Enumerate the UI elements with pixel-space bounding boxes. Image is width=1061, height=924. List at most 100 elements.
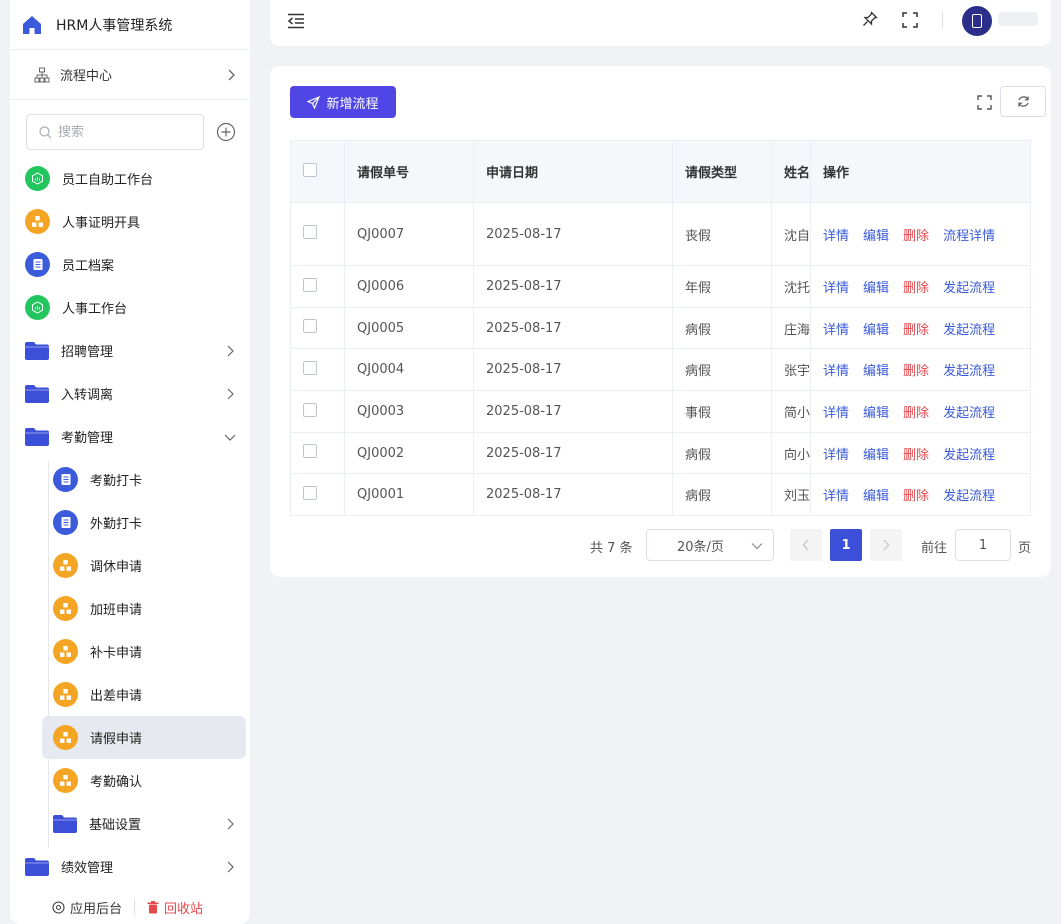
delete-link[interactable]: 删除 <box>903 406 929 421</box>
header-divider <box>942 12 943 28</box>
sidebar-item-self-service[interactable]: 员工自助工作台 <box>10 157 250 200</box>
home-icon <box>23 15 41 34</box>
sidebar-item-recruitment[interactable]: 招聘管理 <box>10 329 250 372</box>
blocks-icon <box>53 725 78 750</box>
detail-link[interactable]: 详情 <box>823 323 849 338</box>
sidebar-item-label: 出差申请 <box>90 689 143 704</box>
sidebar-item-hr-certificate[interactable]: 人事证明开具 <box>10 200 250 243</box>
sidebar-item-label: 外勤打卡 <box>90 517 143 532</box>
delete-link[interactable]: 删除 <box>903 323 929 338</box>
brand[interactable]: HRM人事管理系统 <box>10 0 250 50</box>
goto-label: 前往 <box>921 541 948 556</box>
table-fullscreen-icon[interactable] <box>977 95 992 110</box>
table-row: QJ0002 2025-08-17 病假 向小 详情 编辑 删除 发起流程 <box>290 432 1032 474</box>
flow-link[interactable]: 发起流程 <box>943 489 995 504</box>
detail-link[interactable]: 详情 <box>823 448 849 463</box>
next-page-button[interactable] <box>870 529 902 561</box>
flow-link[interactable]: 流程详情 <box>943 229 995 244</box>
delete-link[interactable]: 删除 <box>903 281 929 296</box>
sidebar-item-attendance[interactable]: 考勤管理 <box>10 415 250 458</box>
pagination: 共 7 条 20条/页 1 前往 页 <box>270 529 1051 561</box>
flow-link[interactable]: 发起流程 <box>943 406 995 421</box>
sidebar-item-performance[interactable]: 绩效管理 <box>10 845 250 888</box>
chevron-right-icon <box>227 388 234 399</box>
blocks-icon <box>53 553 78 578</box>
main-card: 新增流程 请假单号 申请日期 请假类型 姓名 操作 QJ0007 2025-08… <box>270 66 1051 577</box>
sidebar-item-missed-punch[interactable]: 补卡申请 <box>10 630 250 673</box>
detail-link[interactable]: 详情 <box>823 489 849 504</box>
flow-link[interactable]: 发起流程 <box>943 281 995 296</box>
edit-link[interactable]: 编辑 <box>863 489 889 504</box>
edit-link[interactable]: 编辑 <box>863 323 889 338</box>
refresh-button[interactable] <box>1000 86 1046 117</box>
sidebar-item-comp-leave[interactable]: 调休申请 <box>10 544 250 587</box>
refresh-icon <box>1017 96 1029 107</box>
search-input[interactable] <box>58 124 188 140</box>
row-checkbox[interactable] <box>303 277 317 292</box>
edit-link[interactable]: 编辑 <box>863 281 889 296</box>
employee-name: 沈自 <box>770 202 812 266</box>
delete-link[interactable]: 删除 <box>903 364 929 379</box>
collapse-menu-icon[interactable] <box>287 13 305 29</box>
row-checkbox[interactable] <box>303 402 317 417</box>
employee-name: 简小 <box>770 390 812 433</box>
sidebar-item-attendance-confirm[interactable]: 考勤确认 <box>10 759 250 802</box>
delete-link[interactable]: 删除 <box>903 229 929 244</box>
fullscreen-icon[interactable] <box>902 12 918 28</box>
flow-link[interactable]: 发起流程 <box>943 448 995 463</box>
delete-link[interactable]: 删除 <box>903 489 929 504</box>
edit-link[interactable]: 编辑 <box>863 364 889 379</box>
detail-link[interactable]: 详情 <box>823 281 849 296</box>
column-header: 操作 <box>810 140 1032 203</box>
add-circle-icon[interactable] <box>216 122 236 142</box>
row-checkbox[interactable] <box>303 319 317 333</box>
sidebar-item-label: 加班申请 <box>90 603 143 618</box>
flow-center-link[interactable]: 流程中心 <box>10 50 250 100</box>
page-number-current[interactable]: 1 <box>830 529 862 561</box>
sidebar-item-basic-settings[interactable]: 基础设置 <box>10 802 250 845</box>
page-size-value: 20条/页 <box>677 539 724 555</box>
row-checkbox[interactable] <box>303 225 317 239</box>
new-flow-button[interactable]: 新增流程 <box>290 86 396 118</box>
sidebar-item-label: 入转调离 <box>61 388 114 403</box>
sidebar-item-transfers[interactable]: 入转调离 <box>10 372 250 415</box>
row-checkbox[interactable] <box>303 444 317 458</box>
flow-link[interactable]: 发起流程 <box>943 364 995 379</box>
select-all-checkbox[interactable] <box>303 162 317 177</box>
pin-icon[interactable] <box>862 11 878 27</box>
goto-page-input[interactable] <box>955 529 1011 561</box>
edit-link[interactable]: 编辑 <box>863 406 889 421</box>
table-row: QJ0007 2025-08-17 丧假 沈自 详情 编辑 删除 流程详情 <box>290 202 1032 266</box>
sidebar-item-business-trip[interactable]: 出差申请 <box>10 673 250 716</box>
row-checkbox[interactable] <box>303 360 317 375</box>
detail-link[interactable]: 详情 <box>823 364 849 379</box>
row-actions: 详情 编辑 删除 发起流程 <box>810 432 1032 474</box>
app-backend-link[interactable]: 应用后台 <box>52 898 122 917</box>
detail-link[interactable]: 详情 <box>823 406 849 421</box>
folder-icon <box>53 814 77 833</box>
user-name-placeholder[interactable] <box>998 12 1038 26</box>
sidebar-item-label: 考勤确认 <box>90 775 143 790</box>
sidebar-item-field-clock-in[interactable]: 外勤打卡 <box>10 501 250 544</box>
sidebar-item-employee-files[interactable]: 员工档案 <box>10 243 250 286</box>
recycle-bin-link[interactable]: 回收站 <box>147 898 203 917</box>
avatar[interactable] <box>962 6 992 36</box>
delete-link[interactable]: 删除 <box>903 448 929 463</box>
sidebar-item-hr-workbench[interactable]: 人事工作台 <box>10 286 250 329</box>
sidebar-footer: 应用后台 回收站 <box>10 890 250 924</box>
edit-link[interactable]: 编辑 <box>863 448 889 463</box>
sidebar-item-overtime[interactable]: 加班申请 <box>10 587 250 630</box>
sidebar-item-label: 员工档案 <box>62 259 115 274</box>
edit-link[interactable]: 编辑 <box>863 229 889 244</box>
sidebar-item-leave-request[interactable]: 请假申请 <box>42 716 246 759</box>
page-size-select[interactable]: 20条/页 <box>646 529 774 561</box>
prev-page-button[interactable] <box>790 529 822 561</box>
leave-id: QJ0003 <box>344 390 474 433</box>
sidebar-item-clock-in[interactable]: 考勤打卡 <box>10 458 250 501</box>
row-checkbox[interactable] <box>303 485 317 500</box>
flow-link[interactable]: 发起流程 <box>943 323 995 338</box>
dashboard-icon <box>25 166 50 191</box>
leave-id: QJ0002 <box>344 432 474 474</box>
table-row: QJ0005 2025-08-17 病假 庄海 详情 编辑 删除 发起流程 <box>290 307 1032 349</box>
detail-link[interactable]: 详情 <box>823 229 849 244</box>
